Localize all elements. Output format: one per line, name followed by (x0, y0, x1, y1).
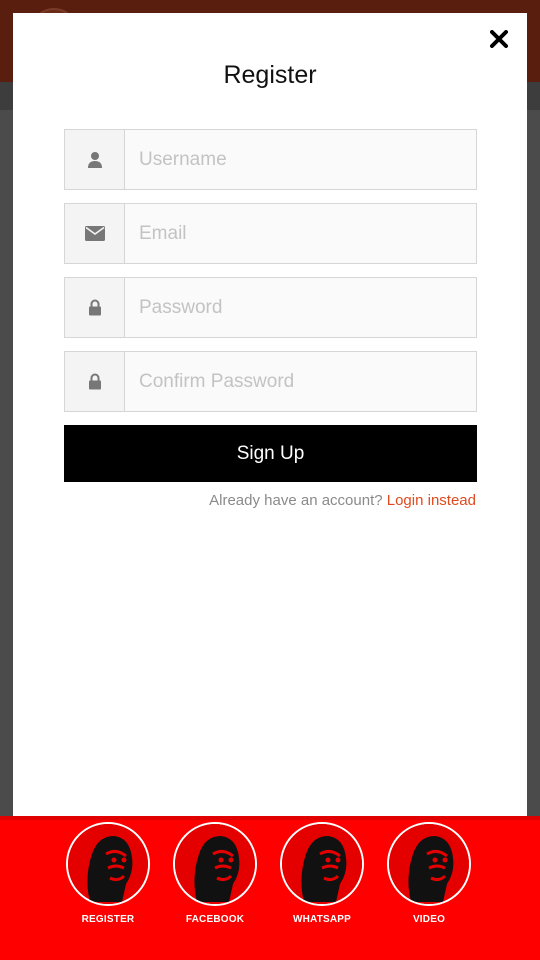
nav-item-whatsapp[interactable]: WHATSAPP (272, 822, 372, 925)
nav-item-video[interactable]: VIDEO (379, 822, 479, 925)
portrait-icon (387, 822, 471, 906)
nav-item-register[interactable]: REGISTER (58, 822, 158, 925)
lock-icon (65, 278, 125, 337)
username-input[interactable] (125, 130, 476, 189)
nav-label-register: REGISTER (81, 914, 135, 925)
envelope-icon (65, 204, 125, 263)
portrait-icon (66, 822, 150, 906)
login-instead-link[interactable]: Login instead (387, 492, 476, 509)
bottom-nav-bar: REGISTER FACEBOOK WHATSAPP VIDEO (0, 816, 540, 960)
login-prompt-text: Already have an account? (209, 492, 383, 509)
portrait-icon (280, 822, 364, 906)
modal-title: Register (223, 61, 317, 89)
lock-icon (65, 352, 125, 411)
nav-label-whatsapp: WHATSAPP (292, 914, 352, 925)
email-input[interactable] (125, 204, 476, 263)
sign-up-button[interactable]: Sign Up (64, 425, 477, 482)
register-modal: Register Username Email Sign Up Already … (13, 13, 527, 816)
email-field (64, 203, 477, 264)
close-icon[interactable] (487, 27, 511, 51)
username-field (64, 129, 477, 190)
confirm-password-input[interactable] (125, 352, 476, 411)
user-icon (65, 130, 125, 189)
confirm-password-field (64, 351, 477, 412)
nav-label-facebook: FACEBOOK (185, 914, 245, 925)
portrait-icon (173, 822, 257, 906)
password-field (64, 277, 477, 338)
password-input[interactable] (125, 278, 476, 337)
login-prompt-line: Already have an account? Login instead (209, 492, 476, 509)
nav-item-facebook[interactable]: FACEBOOK (165, 822, 265, 925)
nav-label-video: VIDEO (412, 914, 446, 925)
